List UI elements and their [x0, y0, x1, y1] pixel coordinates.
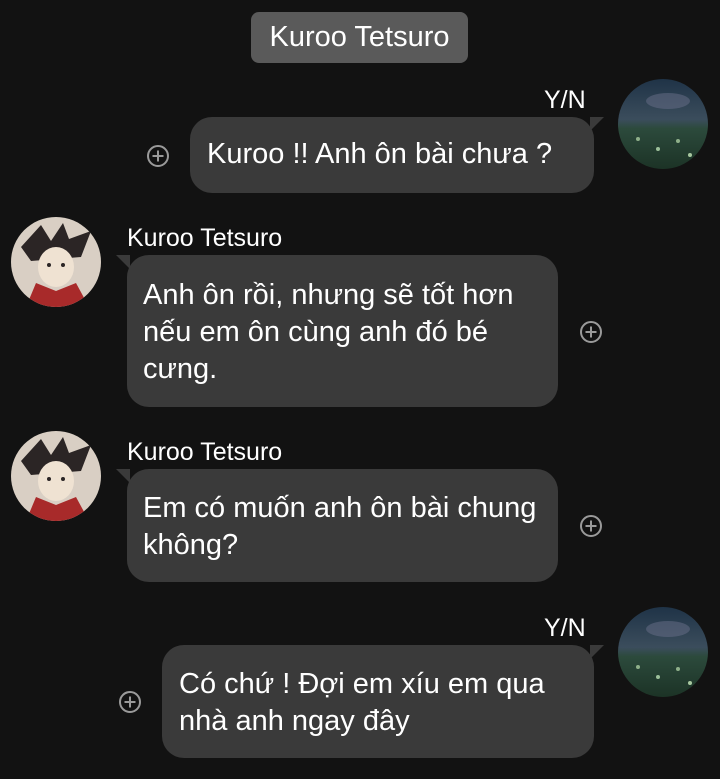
sender-name: Y/N [544, 614, 586, 642]
avatar-kuroo[interactable] [11, 217, 101, 307]
avatar-yn[interactable] [618, 607, 708, 697]
message-bubble: Có chứ ! Đợi em xíu em qua nhà anh ngay … [162, 645, 594, 758]
sender-name: Kuroo Tetsuro [127, 224, 283, 252]
plus-circle-icon[interactable] [580, 515, 602, 537]
plus-circle-icon[interactable] [147, 145, 169, 167]
avatar-kuroo[interactable] [11, 431, 101, 521]
message-bubble: Em có muốn anh ôn bài chung không? [127, 469, 558, 582]
sender-name: Kuroo Tetsuro [127, 438, 283, 466]
chat-title: Kuroo Tetsuro [251, 12, 468, 63]
message-bubble: Anh ôn rồi, nhưng sẽ tốt hơn nếu em ôn c… [127, 255, 558, 407]
plus-circle-icon[interactable] [119, 691, 141, 713]
message-bubble: Kuroo !! Anh ôn bài chưa ? [190, 117, 594, 193]
sender-name: Y/N [544, 86, 586, 114]
avatar-yn[interactable] [618, 79, 708, 169]
plus-circle-icon[interactable] [580, 321, 602, 343]
